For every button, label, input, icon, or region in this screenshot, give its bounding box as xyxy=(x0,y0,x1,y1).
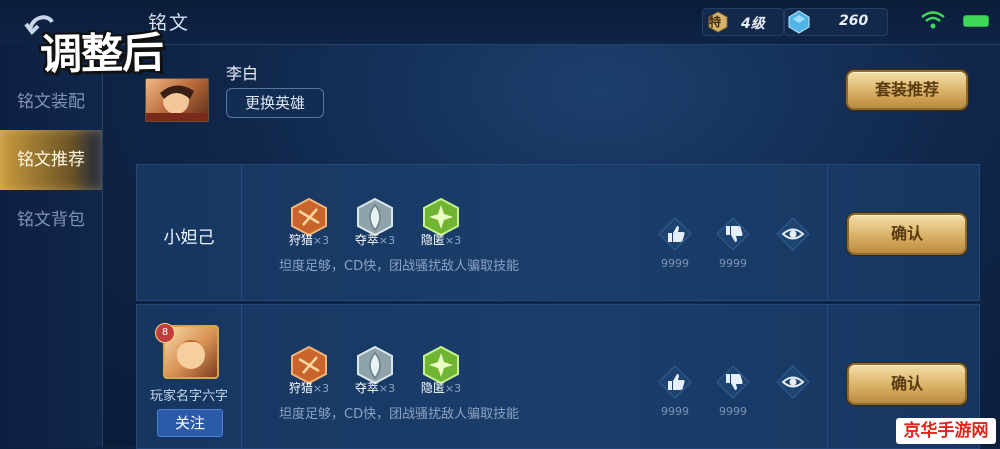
like-count: 9999 xyxy=(661,405,689,418)
rune-slot[interactable]: 狩猎×3 xyxy=(277,345,341,395)
change-hero-button[interactable]: 更换英雄 xyxy=(226,88,324,118)
rune-slot[interactable]: 夺萃×3 xyxy=(343,345,407,395)
thumbs-up-icon xyxy=(658,217,692,251)
rune-count: ×3 xyxy=(378,382,396,395)
sidebar-item-rune-recommend[interactable]: 铭文推荐 xyxy=(0,130,102,190)
gem-count: 260 xyxy=(839,13,869,29)
rune-slot[interactable]: 夺萃×3 xyxy=(343,197,407,247)
rune-count: ×3 xyxy=(444,382,462,395)
card-author-panel: 8 玩家名字六字 关注 xyxy=(137,305,242,448)
rune-name: 隐匿 xyxy=(420,233,445,247)
rune-name: 夺萃 xyxy=(354,233,379,247)
adjusted-stamp: 调整后 xyxy=(38,26,165,80)
level-text: 4级 xyxy=(741,16,765,32)
battery-icon xyxy=(964,16,988,26)
follow-button[interactable]: 关注 xyxy=(157,409,223,437)
card-divider xyxy=(827,165,828,300)
dislike-count: 9999 xyxy=(719,405,747,418)
like-button[interactable]: 9999 xyxy=(655,365,695,418)
view-button[interactable] xyxy=(773,365,813,399)
rune-count: ×3 xyxy=(312,382,330,395)
like-button[interactable]: 9999 xyxy=(655,217,695,270)
card-divider xyxy=(827,305,828,448)
level-indicator: 特 4级 xyxy=(702,8,784,36)
rune-name: 狩猎 xyxy=(288,233,313,247)
eye-icon xyxy=(776,365,810,399)
hero-portrait xyxy=(145,78,209,122)
rune-name: 夺萃 xyxy=(354,381,379,395)
author-name: 小妲己 xyxy=(163,228,215,248)
thumbs-down-icon xyxy=(716,217,750,251)
watermark-logo: 京华手游网 xyxy=(896,418,996,444)
rune-description: 坦度足够，CD快，团战骚扰敌人骗取技能 xyxy=(279,407,520,422)
eye-icon xyxy=(776,217,810,251)
dislike-button[interactable]: 9999 xyxy=(713,365,753,418)
avatar-level-badge: 8 xyxy=(155,323,175,343)
gem-counter: 260 xyxy=(784,8,888,36)
recommendation-card: 小妲己 狩猎×3 夺萃×3 隐匿×3 坦度足够，CD快，团战骚扰敌人骗取技能 9… xyxy=(136,164,980,301)
confirm-button[interactable]: 确认 xyxy=(847,213,967,255)
gem-icon xyxy=(788,10,810,34)
sidebar: 铭文装配 铭文推荐 铭文背包 xyxy=(0,44,103,447)
rune-description: 坦度足够，CD快，团战骚扰敌人骗取技能 xyxy=(279,259,520,274)
rune-slot[interactable]: 隐匿×3 xyxy=(409,197,473,247)
rune-name: 隐匿 xyxy=(420,381,445,395)
hero-portrait-art xyxy=(146,85,208,121)
confirm-button[interactable]: 确认 xyxy=(847,363,967,405)
rune-name: 狩猎 xyxy=(288,381,313,395)
thumbs-up-icon xyxy=(658,365,692,399)
thumbs-down-icon xyxy=(716,365,750,399)
author-name: 玩家名字六字 xyxy=(149,389,228,404)
rune-slot[interactable]: 隐匿×3 xyxy=(409,345,473,395)
recommendation-card: 8 玩家名字六字 关注 狩猎×3 夺萃×3 隐匿×3 坦度足够，CD快，团战骚扰… xyxy=(136,304,980,449)
dislike-count: 9999 xyxy=(719,257,747,270)
dislike-button[interactable]: 9999 xyxy=(713,217,753,270)
like-count: 9999 xyxy=(661,257,689,270)
set-recommend-button[interactable]: 套装推荐 xyxy=(846,70,968,110)
rune-count: ×3 xyxy=(444,234,462,247)
sidebar-item-rune-bag[interactable]: 铭文背包 xyxy=(0,190,102,250)
hero-name: 李白 xyxy=(226,64,259,83)
rune-slot[interactable]: 狩猎×3 xyxy=(277,197,341,247)
view-button[interactable] xyxy=(773,217,813,251)
rune-count: ×3 xyxy=(312,234,330,247)
wifi-icon xyxy=(921,11,945,29)
rune-count: ×3 xyxy=(378,234,396,247)
level-badge-label: 特 xyxy=(709,15,722,29)
card-author-panel: 小妲己 xyxy=(137,165,242,300)
